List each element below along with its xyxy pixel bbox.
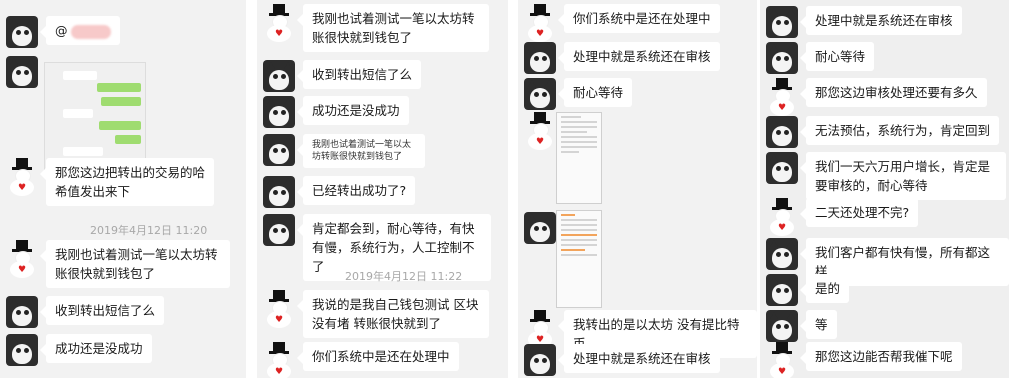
tried-transfer-bubble: 我刚也试着测试一笔以太坊转账很快就到钱包了: [297, 4, 489, 52]
chat-panel-4: 处理中就是系统还在审核 耐心等待 ♥ 那您这边审核处理还要有多久 无法预估，系统…: [760, 0, 1009, 378]
cat-avatar-icon: [263, 176, 295, 208]
message-row: 已经转出成功了?: [263, 176, 416, 208]
message-row: ♥ 那您这边把转出的交易的哈希值发出来下: [6, 158, 214, 206]
cat-avatar-icon: [524, 78, 556, 110]
user-bubble: 那您这边审核处理还要有多久: [800, 78, 987, 107]
chat-panel-2: ♥ 我刚也试着测试一笔以太坊转账很快就到钱包了 收到转出短信了么 成功还是没成功…: [257, 0, 508, 378]
user-bubble: 那您这边能否帮我催下呢: [800, 342, 962, 371]
cat-avatar-icon: [766, 42, 798, 74]
chat-panel-1: @ ♥ 那您这边把转出的交易的哈希值发出来下 2019年4月12日 11:20 …: [0, 0, 246, 378]
cat-avatar-icon: [766, 152, 798, 184]
cat-avatar-icon: [766, 310, 798, 342]
message-row: ♥ 那您这边能否帮我催下呢: [766, 342, 962, 378]
snowman-avatar-icon: ♥: [263, 4, 295, 42]
message-row: 处理中就是系统还在审核: [524, 42, 720, 74]
agent-bubble: 我们一天六万用户增长，肯定是要审核的，耐心等待: [800, 152, 1006, 200]
wait-bubble: 耐心等待: [557, 78, 633, 107]
message-row: [6, 56, 46, 88]
message-row: ♥ 你们系统中是还在处理中: [263, 342, 459, 378]
message-row: 处理中就是系统还在审核: [524, 344, 720, 376]
tried-transfer-bubble: 我刚也试着测试一笔以太坊转账很快就到钱包了: [40, 240, 230, 288]
message-row: ♥ 你们系统中是还在处理中: [524, 4, 720, 42]
audit-bubble: 处理中就是系统还在审核: [558, 344, 720, 373]
message-row: 等: [766, 310, 837, 342]
message-row: 耐心等待: [766, 42, 875, 74]
agent-bubble: 等: [800, 310, 837, 339]
message-row: 收到转出短信了么: [6, 296, 165, 328]
message-row: 收到转出短信了么: [263, 60, 422, 92]
message-row: 无法预估，系统行为，肯定回到: [766, 116, 1000, 148]
cat-avatar-icon: [263, 214, 295, 246]
snowman-avatar-icon: ♥: [6, 158, 38, 196]
snowman-avatar-icon: ♥: [766, 342, 798, 378]
chat-screenshot-collage: @ ♥ 那您这边把转出的交易的哈希值发出来下 2019年4月12日 11:20 …: [0, 0, 1009, 378]
still-processing-bubble: 你们系统中是还在处理中: [297, 342, 459, 371]
cat-avatar-icon: [6, 16, 38, 48]
snowman-avatar-icon: ♥: [263, 342, 295, 378]
message-row: ♥ 那您这边审核处理还要有多久: [766, 78, 987, 116]
snowman-avatar-icon: ♥: [6, 240, 38, 278]
snowman-avatar-icon: ♥: [524, 112, 556, 150]
message-row: 成功还是没成功: [263, 96, 409, 128]
cat-avatar-icon: [263, 60, 295, 92]
cat-avatar-icon: [6, 334, 38, 366]
quoted-message-bubble: 我刚也试着测试一笔以太坊转账很快就到钱包了: [297, 134, 425, 168]
embedded-phone-screenshot: [556, 112, 602, 204]
cat-avatar-icon: [263, 134, 295, 166]
transferred-question-bubble: 已经转出成功了?: [296, 176, 416, 205]
sms-question-bubble: 收到转出短信了么: [39, 296, 165, 325]
message-row: 我们一天六万用户增长，肯定是要审核的，耐心等待: [766, 152, 1006, 200]
agent-bubble: 处理中就是系统还在审核: [800, 6, 962, 35]
message-row: ♥ 我刚也试着测试一笔以太坊转账很快就到钱包了: [6, 240, 230, 288]
cat-avatar-icon: [6, 296, 38, 328]
user-bubble: 二天还处理不完?: [799, 198, 919, 227]
cat-avatar-icon: [766, 274, 798, 306]
success-question-bubble: 成功还是没成功: [297, 96, 409, 125]
snowman-avatar-icon: ♥: [524, 4, 556, 42]
snowman-avatar-icon: ♥: [524, 310, 556, 348]
audit-bubble: 处理中就是系统还在审核: [558, 42, 720, 71]
message-row: @: [6, 16, 120, 48]
sms-question-bubble: 收到转出短信了么: [296, 60, 422, 89]
cat-avatar-icon: [524, 344, 556, 376]
redacted-name: [70, 24, 111, 39]
cat-avatar-icon: [766, 6, 798, 38]
message-row: 耐心等待: [524, 78, 633, 110]
snowman-avatar-icon: ♥: [263, 290, 295, 328]
cat-avatar-icon: [263, 96, 295, 128]
chat-panel-3: ♥ 你们系统中是还在处理中 处理中就是系统还在审核 耐心等待 ♥ ♥ 我转出的是…: [518, 0, 757, 378]
embedded-transaction-screenshot: [556, 210, 602, 308]
agent-bubble: 是的: [799, 274, 850, 303]
message-row: 我刚也试着测试一笔以太坊转账很快就到钱包了: [263, 134, 425, 168]
message-row: 成功还是没成功: [6, 334, 152, 366]
message-row: 处理中就是系统还在审核: [766, 6, 962, 38]
success-question-bubble: 成功还是没成功: [40, 334, 152, 363]
cat-avatar-icon: [524, 212, 556, 244]
snowman-avatar-icon: ♥: [766, 78, 798, 116]
message-row: ♥ 我刚也试着测试一笔以太坊转账很快就到钱包了: [263, 4, 489, 52]
my-wallet-bubble: 我说的是我自己钱包测试 区块没有堵 转账很快就到了: [297, 290, 489, 338]
message-row: ♥ 我说的是我自己钱包测试 区块没有堵 转账很快就到了: [263, 290, 489, 338]
cat-avatar-icon: [6, 56, 38, 88]
cat-avatar-icon: [766, 238, 798, 270]
message-row: ♥ 二天还处理不完?: [766, 198, 919, 236]
cat-avatar-icon: [524, 42, 556, 74]
snowman-avatar-icon: ♥: [766, 198, 798, 236]
hash-request-bubble: 那您这边把转出的交易的哈希值发出来下: [40, 158, 214, 206]
timestamp: 2019年4月12日 11:20: [90, 224, 208, 237]
message-row: 是的: [766, 274, 850, 306]
still-processing-bubble: 你们系统中是还在处理中: [558, 4, 720, 33]
agent-bubble: 无法预估，系统行为，肯定回到: [799, 116, 1000, 145]
agent-bubble: 耐心等待: [799, 42, 875, 71]
cat-avatar-icon: [766, 116, 798, 148]
mention-bubble: @: [40, 16, 120, 45]
timestamp: 2019年4月12日 11:22: [345, 270, 463, 283]
mention-text: @: [55, 23, 68, 38]
